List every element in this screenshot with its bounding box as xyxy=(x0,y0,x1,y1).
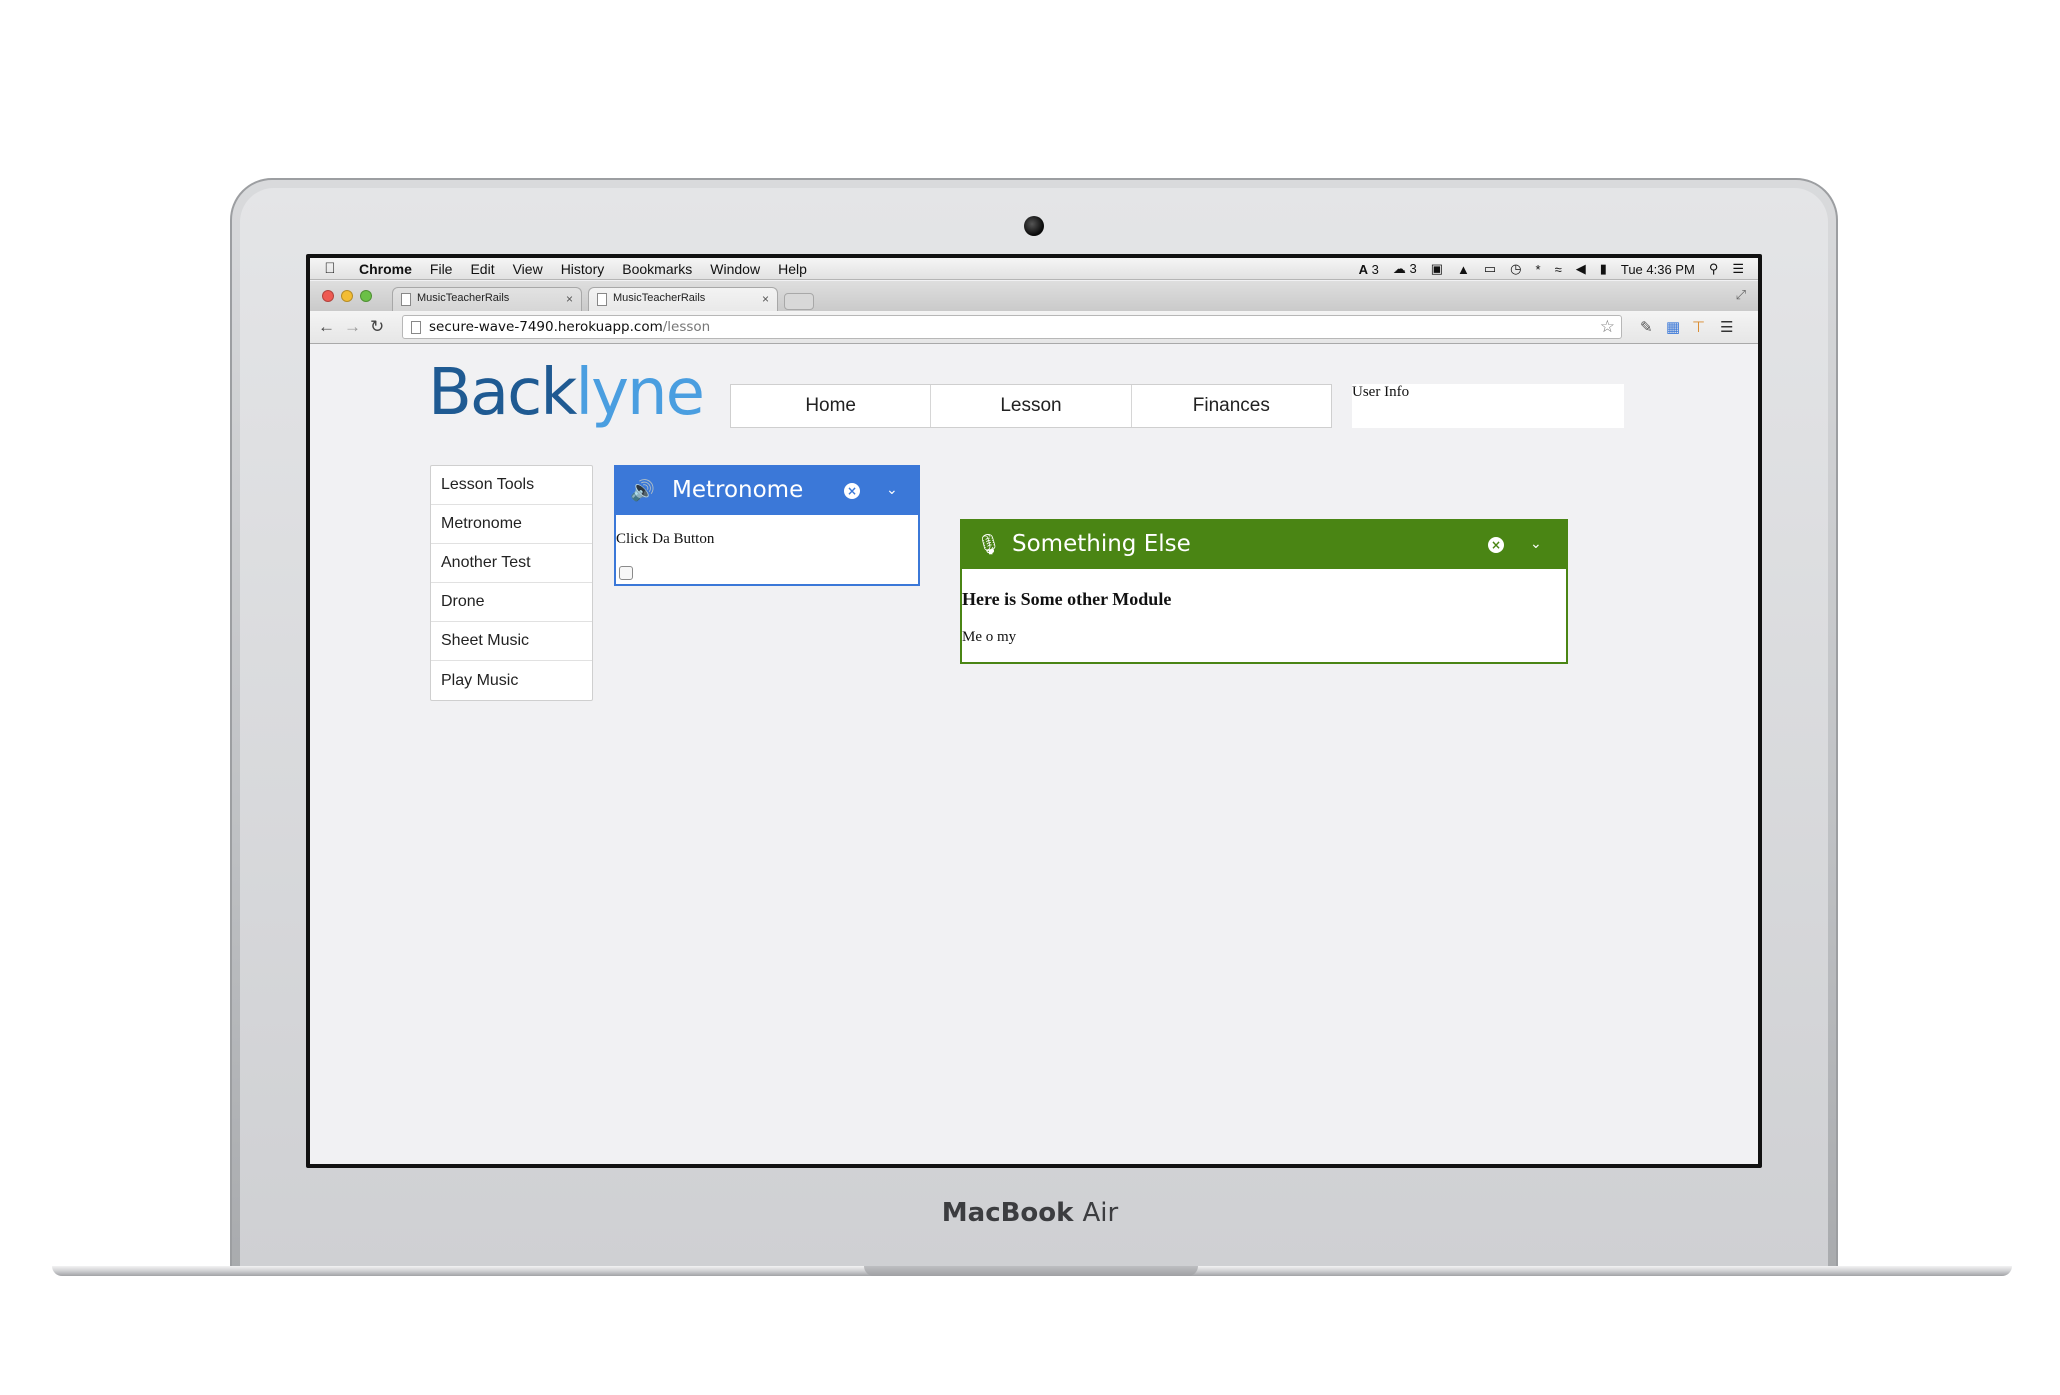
menu-help[interactable]: Help xyxy=(769,261,816,277)
screen:  Chrome File Edit View History Bookmark… xyxy=(310,258,1758,1164)
page-icon xyxy=(411,321,421,334)
tool-item-sheet-music[interactable]: Sheet Music xyxy=(431,622,592,661)
tool-item-another-test[interactable]: Another Test xyxy=(431,544,592,583)
close-icon[interactable]: × xyxy=(1488,537,1504,553)
eyedropper-icon[interactable]: ✎ xyxy=(1640,318,1653,336)
something-else-heading: Here is Some other Module xyxy=(962,589,1172,609)
reload-icon[interactable]: ↻ xyxy=(370,317,384,337)
menu-edit[interactable]: Edit xyxy=(461,261,503,277)
menu-view[interactable]: View xyxy=(504,261,552,277)
menubar-status-area: A 3 ☁ 3 ▣ ▲ ▭ ◷ * ≈ ◀ ▮ Tue 4:36 PM ⚲ ☰ xyxy=(1359,258,1744,280)
menu-window[interactable]: Window xyxy=(701,261,769,277)
url-host: secure-wave-7490.herokuapp.com xyxy=(429,319,663,335)
main-nav: Home Lesson Finances xyxy=(730,384,1332,428)
something-else-module-header[interactable]: 🎙 Something Else × ⌄ xyxy=(962,521,1566,569)
back-icon[interactable]: ← xyxy=(318,317,335,337)
camera-icon xyxy=(1024,216,1044,236)
something-else-body-text: Me o my xyxy=(962,629,1017,645)
chrome-menu-icon[interactable]: ☰ xyxy=(1720,318,1733,336)
battery-icon[interactable]: ▮ xyxy=(1600,261,1607,277)
tab-title: MusicTeacherRails xyxy=(613,292,706,304)
tab-title: MusicTeacherRails xyxy=(417,292,510,304)
nav-home[interactable]: Home xyxy=(731,385,932,427)
mac-menubar:  Chrome File Edit View History Bookmark… xyxy=(310,258,1758,280)
cloud-icon[interactable]: ☁ 3 xyxy=(1393,261,1417,277)
chevron-down-icon[interactable]: ⌄ xyxy=(1530,536,1542,552)
adobe-icon[interactable]: A 3 xyxy=(1359,262,1379,277)
menu-file[interactable]: File xyxy=(421,261,462,277)
new-tab-button[interactable] xyxy=(784,293,814,310)
bluetooth-icon[interactable]: * xyxy=(1536,262,1541,277)
logo-part-light: lyne xyxy=(575,356,705,430)
something-else-module: 🎙 Something Else × ⌄ Here is Some other … xyxy=(960,519,1568,664)
page-icon xyxy=(401,293,411,306)
clock[interactable]: Tue 4:36 PM xyxy=(1621,262,1695,277)
backlyne-logo[interactable]: Backlyne xyxy=(428,361,705,425)
speaker-icon: 🔊 xyxy=(630,478,655,502)
nav-finances[interactable]: Finances xyxy=(1132,385,1331,427)
drive-icon[interactable]: ▲ xyxy=(1457,262,1470,277)
metronome-module-header[interactable]: 🔊 Metronome × ⌄ xyxy=(616,467,918,515)
metronome-module-title: Metronome xyxy=(672,477,804,503)
tools-list-header: Lesson Tools xyxy=(431,466,592,505)
tool-item-play-music[interactable]: Play Music xyxy=(431,661,592,700)
zoom-window-button[interactable] xyxy=(360,290,372,302)
user-info-label: User Info xyxy=(1352,384,1410,400)
tool-item-drone[interactable]: Drone xyxy=(431,583,592,622)
laptop-notch xyxy=(864,1266,1198,1276)
brand-bold: MacBook xyxy=(941,1198,1074,1228)
metronome-checkbox[interactable] xyxy=(619,566,633,580)
chevron-down-icon[interactable]: ⌄ xyxy=(886,482,898,498)
metronome-module: 🔊 Metronome × ⌄ Click Da Button xyxy=(614,465,920,586)
browser-toolbar: ← → ↻ secure-wave-7490.herokuapp.com/les… xyxy=(310,311,1758,344)
browser-tab-active[interactable]: MusicTeacherRails × xyxy=(588,287,778,311)
page-icon xyxy=(597,293,607,306)
close-window-button[interactable] xyxy=(322,290,334,302)
forward-icon[interactable]: → xyxy=(344,317,361,337)
menu-app-name[interactable]: Chrome xyxy=(350,261,421,277)
tool-item-metronome[interactable]: Metronome xyxy=(431,505,592,544)
nav-lesson[interactable]: Lesson xyxy=(931,385,1132,427)
adobe-count: 3 xyxy=(1371,261,1379,277)
menu-history[interactable]: History xyxy=(552,261,614,277)
minimize-window-button[interactable] xyxy=(341,290,353,302)
tab-close-icon[interactable]: × xyxy=(762,292,769,306)
tab-close-icon[interactable]: × xyxy=(566,292,573,306)
notification-center-icon[interactable]: ☰ xyxy=(1732,261,1744,277)
window-controls xyxy=(322,290,372,302)
extension-tool-icon[interactable]: ⊤ xyxy=(1692,318,1705,336)
browser-tab[interactable]: MusicTeacherRails × xyxy=(392,287,582,311)
airplay-icon[interactable]: ▭ xyxy=(1484,261,1496,277)
address-bar[interactable]: secure-wave-7490.herokuapp.com/lesson ☆ xyxy=(402,315,1622,339)
microphone-icon: 🎙 xyxy=(976,532,1002,556)
laptop-brand-label: MacBook Air xyxy=(0,1198,2060,1228)
lesson-tools-list: Lesson Tools Metronome Another Test Dron… xyxy=(430,465,593,701)
spotlight-icon[interactable]: ⚲ xyxy=(1709,261,1719,277)
time-machine-icon[interactable]: ◷ xyxy=(1510,261,1521,277)
apple-icon[interactable]:  xyxy=(310,260,350,277)
url-path: /lesson xyxy=(662,319,711,335)
metronome-body-text: Click Da Button xyxy=(616,531,715,547)
menu-bookmarks[interactable]: Bookmarks xyxy=(613,261,701,277)
close-icon[interactable]: × xyxy=(844,483,860,499)
wifi-icon[interactable]: ≈ xyxy=(1555,262,1562,277)
logo-part-dark: Back xyxy=(428,356,577,430)
extension-icon[interactable]: ▦ xyxy=(1666,318,1680,336)
bookmark-star-icon[interactable]: ☆ xyxy=(1600,317,1615,337)
web-page: Backlyne Home Lesson Finances User Info … xyxy=(310,345,1758,1164)
fullscreen-icon[interactable]: ⤢ xyxy=(1736,287,1746,303)
brand-thin: Air xyxy=(1082,1198,1119,1228)
volume-icon[interactable]: ◀ xyxy=(1576,261,1586,277)
browser-tab-strip: MusicTeacherRails × MusicTeacherRails × … xyxy=(310,281,1758,311)
user-info-panel: User Info xyxy=(1352,384,1624,428)
cloud-count: 3 xyxy=(1409,261,1417,276)
something-else-module-title: Something Else xyxy=(1012,531,1191,557)
app-icon[interactable]: ▣ xyxy=(1431,261,1443,277)
